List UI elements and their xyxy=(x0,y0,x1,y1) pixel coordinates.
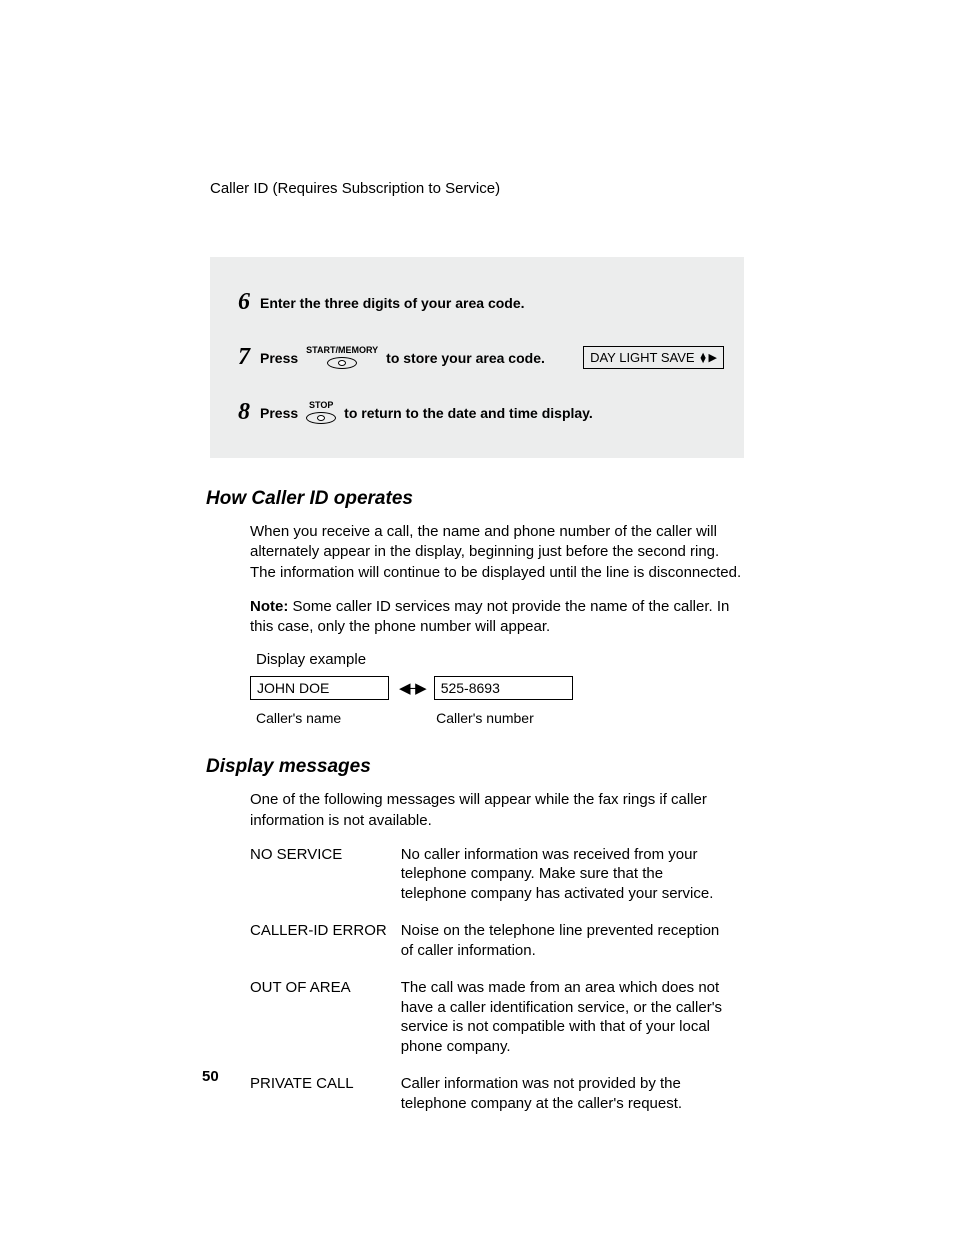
msg-key: OUT OF AREA xyxy=(250,978,401,1074)
heading-how-caller-id: How Caller ID operates xyxy=(206,488,744,510)
heading-display-messages: Display messages xyxy=(206,756,744,778)
table-row: NO SERVICE No caller information was rec… xyxy=(250,845,744,922)
table-row: CALLER-ID ERROR Noise on the telephone l… xyxy=(250,921,744,978)
steps-box: 6 Enter the three digits of your area co… xyxy=(210,257,744,458)
msg-key: CALLER-ID ERROR xyxy=(250,921,401,978)
step-8: 8 Press STOP to return to the date and t… xyxy=(220,385,724,440)
stop-key-icon: STOP xyxy=(306,401,336,424)
step-text-pre: Press xyxy=(260,405,298,421)
step-number: 8 xyxy=(220,399,250,426)
note-text: Some caller ID services may not provide … xyxy=(250,598,729,635)
table-row: OUT OF AREA The call was made from an ar… xyxy=(250,978,744,1074)
lcd-display: DAY LIGHT SAVE ▲▼▶ xyxy=(583,346,724,369)
step-text-post: to store your area code. xyxy=(386,350,545,366)
paragraph: When you receive a call, the name and ph… xyxy=(250,522,744,583)
caption-name: Caller's name xyxy=(256,710,341,726)
caption-number: Caller's number xyxy=(436,710,534,726)
double-arrow-icon: ◀─▶ xyxy=(389,679,434,697)
note-paragraph: Note: Some caller ID services may not pr… xyxy=(250,597,744,638)
paragraph: One of the following messages will appea… xyxy=(250,790,744,831)
note-label: Note: xyxy=(250,598,288,615)
step-text-pre: Press xyxy=(260,350,298,366)
msg-desc: Noise on the telephone line prevented re… xyxy=(401,921,744,978)
example-name-box: JOHN DOE xyxy=(250,676,389,700)
step-text: Enter the three digits of your area code… xyxy=(260,295,525,311)
msg-key: PRIVATE CALL xyxy=(250,1074,401,1131)
start-memory-key-icon: START/MEMORY xyxy=(306,346,378,369)
step-6: 6 Enter the three digits of your area co… xyxy=(220,275,724,330)
display-example-label: Display example xyxy=(256,651,744,668)
msg-key: NO SERVICE xyxy=(250,845,401,922)
step-number: 6 xyxy=(220,289,250,316)
example-number-box: 525-8693 xyxy=(434,676,573,700)
table-row: PRIVATE CALL Caller information was not … xyxy=(250,1074,744,1131)
step-number: 7 xyxy=(220,344,250,371)
step-text-post: to return to the date and time display. xyxy=(344,405,593,421)
step-7: 7 Press START/MEMORY to store your area … xyxy=(220,330,724,385)
running-head: Caller ID (Requires Subscription to Serv… xyxy=(210,180,744,197)
page-number: 50 xyxy=(202,1068,219,1085)
msg-desc: The call was made from an area which doe… xyxy=(401,978,744,1074)
display-example: JOHN DOE ◀─▶ 525-8693 xyxy=(250,676,744,700)
nav-arrows-icon: ▲▼▶ xyxy=(699,351,717,364)
msg-desc: Caller information was not provided by t… xyxy=(401,1074,744,1131)
messages-table: NO SERVICE No caller information was rec… xyxy=(250,845,744,1132)
msg-desc: No caller information was received from … xyxy=(401,845,744,922)
